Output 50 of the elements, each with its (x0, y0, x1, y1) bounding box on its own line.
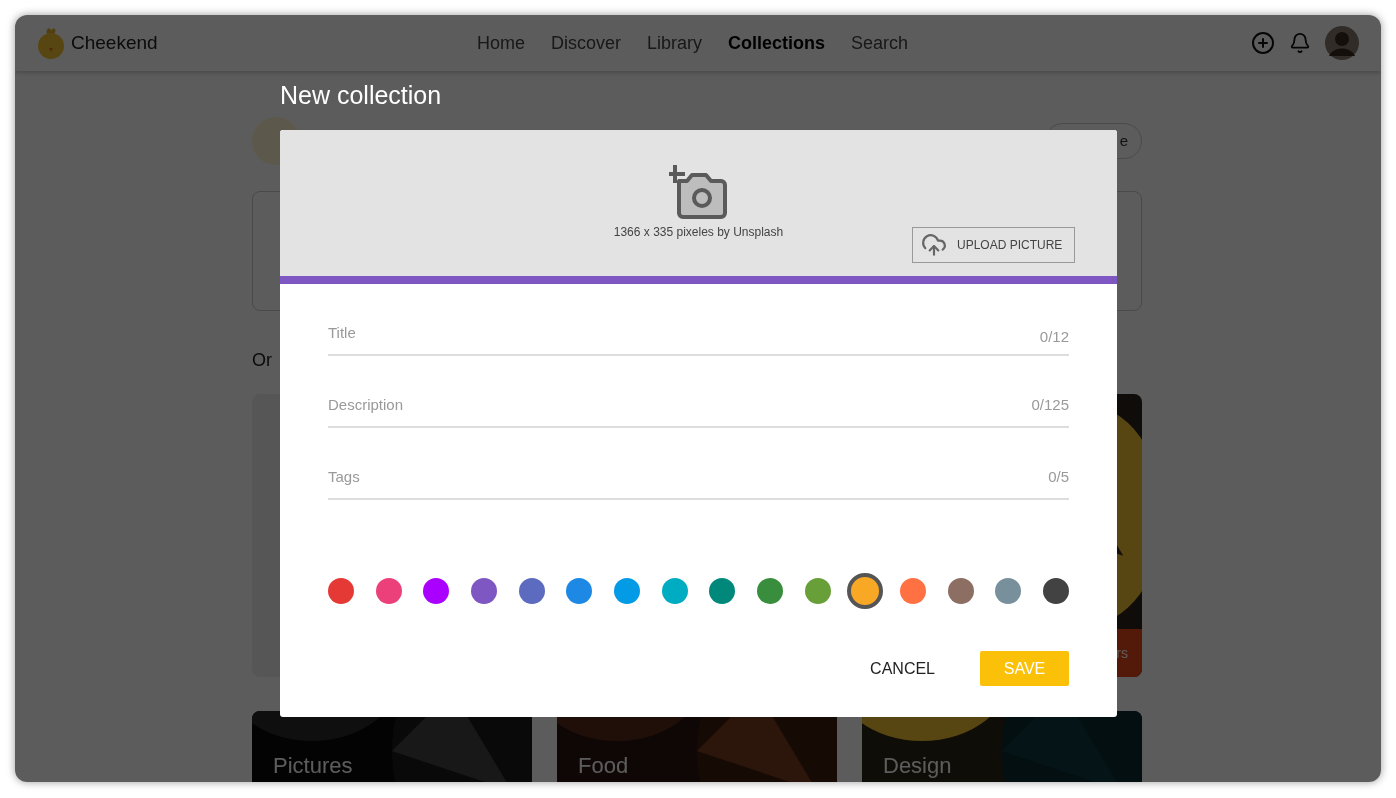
avatar[interactable] (1325, 26, 1359, 60)
field-placeholder: Description (328, 394, 404, 415)
dialog-heading: New collection (280, 80, 443, 111)
color-swatch[interactable] (847, 573, 884, 609)
color-swatch[interactable] (328, 578, 354, 604)
text-field[interactable]: Description 0/125 (328, 356, 1069, 428)
color-swatch[interactable] (804, 578, 831, 604)
cover-caption: 1366 x 335 pixeles by Unsplash (613, 224, 784, 241)
character-counter: 0/12 (1039, 326, 1069, 347)
nav-link[interactable]: Home (477, 29, 525, 57)
cloud-upload-icon (921, 232, 947, 258)
nav-link[interactable]: Search (851, 29, 909, 57)
add-icon[interactable] (1251, 31, 1275, 55)
text-field[interactable]: Title 0/12 (328, 284, 1069, 356)
color-swatch[interactable] (613, 578, 640, 604)
card-title: Design (883, 752, 952, 780)
camera-plus-icon (668, 165, 729, 219)
app-name: Cheekend (71, 30, 159, 55)
color-swatch[interactable] (566, 578, 593, 604)
field-placeholder: Tags (328, 466, 360, 487)
nav-link[interactable]: Discover (551, 29, 622, 57)
card-title: Pictures (273, 752, 353, 780)
collection-card[interactable]: Pictures (252, 711, 532, 782)
chick-logo-icon (37, 26, 65, 60)
collection-card[interactable]: Design (862, 711, 1142, 782)
color-swatch[interactable] (756, 578, 783, 604)
character-counter: 0/125 (1031, 394, 1069, 415)
save-button[interactable]: SAVE (980, 651, 1069, 686)
nav-link[interactable]: Library (647, 29, 703, 57)
character-counter: 0/5 (1048, 466, 1069, 487)
color-swatch[interactable] (899, 578, 926, 604)
field-placeholder: Title (328, 322, 356, 343)
card-title: Food (578, 752, 629, 780)
color-swatch[interactable] (661, 578, 688, 604)
color-swatch[interactable] (1042, 578, 1069, 604)
text-field[interactable]: Tags 0/5 (328, 428, 1069, 500)
cancel-button[interactable]: CANCEL (870, 656, 935, 681)
color-swatch[interactable] (423, 578, 450, 604)
color-swatch[interactable] (470, 578, 497, 604)
color-swatch[interactable] (947, 578, 974, 604)
color-swatch[interactable] (995, 578, 1022, 604)
upload-picture-button[interactable]: UPLOAD PICTURE (912, 227, 1075, 263)
color-swatch[interactable] (518, 578, 545, 604)
nav-link[interactable]: Collections (728, 29, 826, 57)
collection-card[interactable]: Food (557, 711, 837, 782)
color-swatch[interactable] (709, 578, 736, 604)
card-label: rs (1116, 643, 1128, 663)
section-heading: Or (252, 349, 273, 371)
notification-bell-icon[interactable] (1289, 32, 1311, 54)
color-swatch[interactable] (375, 578, 402, 604)
